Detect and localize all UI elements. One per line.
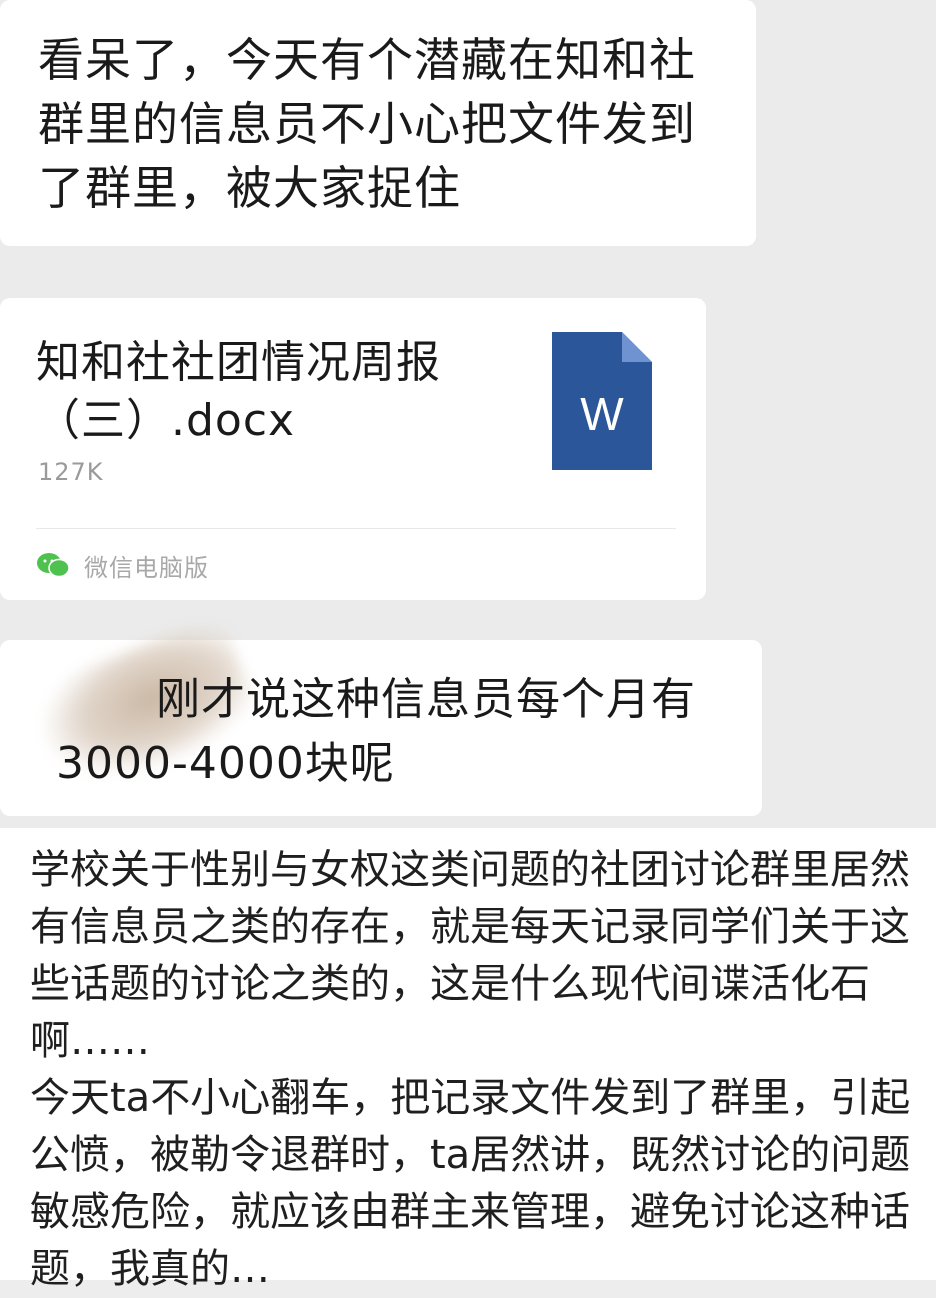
file-message-card[interactable]: 知和社社团情况周报（三）.docx 127K W 微信电脑版 [0,298,706,600]
chat-message-line: 3000-4000块呢 [56,738,395,789]
chat-message-bubble: 刚才说这种信息员每个月有 3000-4000块呢 [0,613,762,816]
file-source-label: 微信电脑版 [84,553,209,582]
file-card-divider [36,528,676,529]
chat-message-bubble: 看呆了，今天有个潜藏在知和社群里的信息员不小心把文件发到了群里，被大家捉住 [0,0,756,246]
chat-message-text: 看呆了，今天有个潜藏在知和社群里的信息员不小心把文件发到了群里，被大家捉住 [38,33,696,215]
word-doc-letter: W [580,388,624,440]
caption-paragraph: 今天ta不小心翻车，把记录文件发到了群里，引起公愤，被勒令退群时，ta居然讲，既… [30,1075,911,1292]
chat-screenshot: 看呆了，今天有个潜藏在知和社群里的信息员不小心把文件发到了群里，被大家捉住 知和… [0,0,936,828]
file-source: 微信电脑版 [36,550,209,582]
word-doc-icon: W [552,332,652,470]
wechat-icon [37,553,70,578]
post-caption: 学校关于性别与女权这类问题的社团讨论群里居然有信息员之类的存在，就是每天记录同学… [0,828,936,1292]
file-name: 知和社社团情况周报（三）.docx [36,337,441,446]
caption-paragraph: 学校关于性别与女权这类问题的社团讨论群里居然有信息员之类的存在，就是每天记录同学… [30,847,910,1064]
chat-message-text: 刚才说这种信息员每个月有 3000-4000块呢 [56,668,746,796]
file-size: 127K [38,458,104,486]
chat-message-line: 刚才说这种信息员每个月有 [156,674,696,725]
